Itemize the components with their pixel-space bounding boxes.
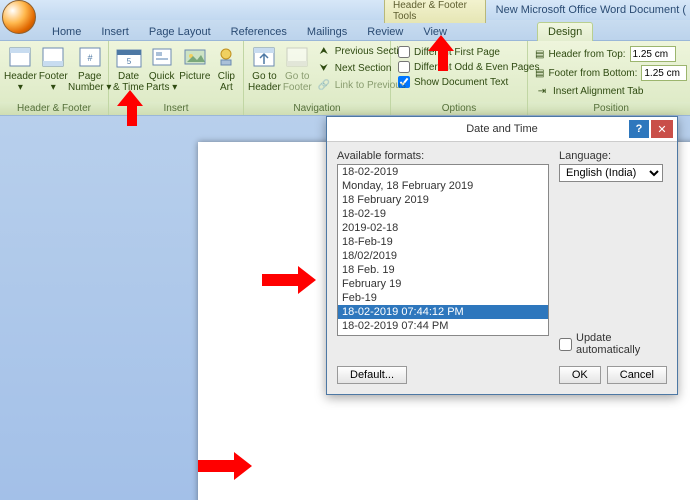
date-time-button[interactable]: 5 Date & Time — [113, 43, 144, 95]
arrow-annotation — [432, 35, 454, 71]
ok-button[interactable]: OK — [559, 366, 601, 384]
diff-odd-even-check[interactable]: Different Odd & Even Pages — [395, 60, 542, 74]
document-title: New Microsoft Office Word Document ( — [496, 4, 686, 16]
header-button[interactable]: Header ▾ — [4, 43, 37, 95]
list-item[interactable]: 18/02/2019 — [338, 249, 548, 263]
arrow-annotation — [121, 90, 143, 126]
arrow-annotation — [262, 266, 316, 294]
footer-from-bottom-label: Footer from Bottom: — [548, 68, 637, 79]
quick-parts-button[interactable]: Quick Parts ▾ — [146, 43, 177, 95]
dialog-close-button[interactable]: ✕ — [651, 120, 673, 138]
header-from-top-label: Header from Top: — [548, 49, 625, 60]
diff-first-page-check[interactable]: Different First Page — [395, 45, 542, 59]
calendar-icon: 5 — [115, 45, 143, 69]
language-select[interactable]: English (India) — [559, 164, 663, 182]
align-tab-icon: ⇥ — [535, 84, 549, 98]
list-item[interactable]: 18 Feb. 19 — [338, 263, 548, 277]
footer-from-bottom-input[interactable] — [641, 65, 687, 81]
list-item[interactable]: 2019-02-18 — [338, 221, 548, 235]
list-item[interactable]: 18 February 2019 — [338, 193, 548, 207]
prev-section-icon: ⮝ — [317, 44, 331, 58]
list-item[interactable]: Feb-19 — [338, 291, 548, 305]
page-number-button[interactable]: # Page Number ▾ — [70, 43, 110, 95]
language-label: Language: — [559, 150, 667, 162]
dialog-title: Date and Time — [466, 123, 538, 135]
link-icon: 🔗 — [317, 78, 331, 92]
quick-parts-icon — [148, 45, 176, 69]
list-item[interactable]: 18-02-19 — [338, 207, 548, 221]
default-button[interactable]: Default... — [337, 366, 407, 384]
header-from-top-input[interactable] — [630, 46, 676, 62]
header-from-top-icon: ▤ — [535, 49, 544, 60]
footer-from-bottom-icon: ▤ — [535, 68, 544, 79]
list-item[interactable]: 18-02-2019 — [338, 165, 548, 179]
available-formats-label: Available formats: — [337, 150, 549, 162]
dialog-title-bar: Date and Time ? ✕ — [327, 117, 677, 142]
picture-icon — [181, 45, 209, 69]
title-bar: Header & Footer Tools New Microsoft Offi… — [0, 0, 690, 20]
link-previous-button[interactable]: 🔗Link to Previous — [314, 77, 413, 93]
tab-design[interactable]: Design — [537, 22, 593, 41]
next-section-icon: ⮟ — [317, 61, 331, 75]
cancel-button[interactable]: Cancel — [607, 366, 667, 384]
svg-text:#: # — [87, 53, 92, 63]
footer-button[interactable]: Footer ▾ — [39, 43, 68, 95]
office-orb[interactable] — [2, 0, 36, 34]
goto-footer-button[interactable]: Go to Footer — [283, 43, 312, 95]
tab-mail[interactable]: Mailings — [297, 23, 357, 41]
goto-header-button[interactable]: Go to Header — [248, 43, 281, 95]
list-item[interactable]: 18-02-2019 07:44:12 PM — [338, 305, 548, 319]
tab-layout[interactable]: Page Layout — [139, 23, 221, 41]
tab-review[interactable]: Review — [357, 23, 413, 41]
arrow-annotation — [198, 452, 252, 480]
tab-home[interactable]: Home — [42, 23, 91, 41]
date-time-dialog: Date and Time ? ✕ Available formats: 18-… — [326, 116, 678, 395]
page-number-icon: # — [76, 45, 104, 69]
list-item[interactable]: Monday, 18 February 2019 — [338, 179, 548, 193]
tab-insert[interactable]: Insert — [91, 23, 139, 41]
dialog-help-button[interactable]: ? — [629, 120, 649, 138]
header-icon — [6, 45, 34, 69]
update-auto-check[interactable]: Update automatically — [559, 332, 667, 356]
clip-art-icon — [212, 45, 240, 69]
list-item[interactable]: February 19 — [338, 277, 548, 291]
insert-align-tab-button[interactable]: ⇥Insert Alignment Tab — [532, 83, 690, 99]
goto-header-icon — [250, 45, 278, 69]
picture-button[interactable]: Picture — [179, 43, 210, 84]
svg-text:5: 5 — [126, 57, 131, 66]
formats-listbox[interactable]: 18-02-2019 Monday, 18 February 2019 18 F… — [337, 164, 549, 336]
footer-icon — [39, 45, 67, 69]
list-item[interactable]: 18-Feb-19 — [338, 235, 548, 249]
contextual-tab-title: Header & Footer Tools — [384, 0, 486, 23]
list-item[interactable]: 7:44 PM — [338, 333, 548, 336]
list-item[interactable]: 18-02-2019 07:44 PM — [338, 319, 548, 333]
clip-art-button[interactable]: Clip Art — [212, 43, 240, 95]
tab-refs[interactable]: References — [221, 23, 297, 41]
show-doc-text-check[interactable]: Show Document Text — [395, 75, 542, 89]
goto-footer-icon — [283, 45, 311, 69]
